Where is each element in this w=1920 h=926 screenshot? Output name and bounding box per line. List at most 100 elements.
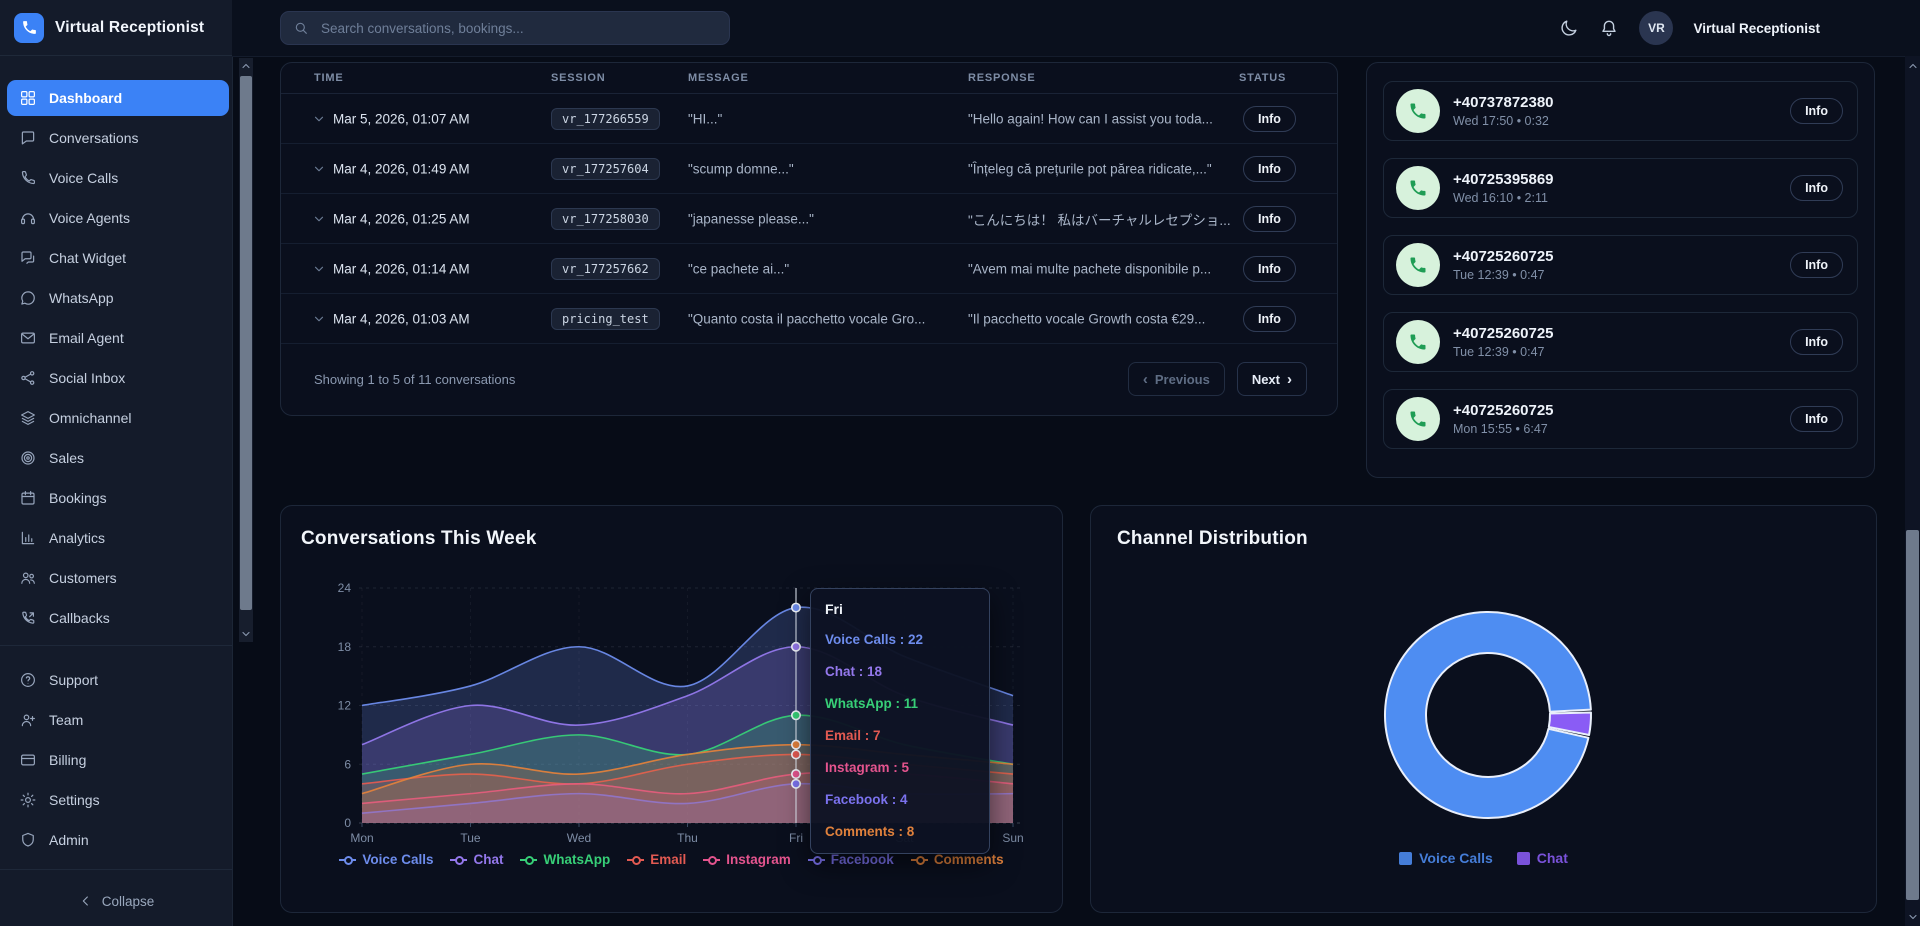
sidebar-item-chat-widget[interactable]: Chat Widget bbox=[7, 240, 229, 276]
legend-swatch bbox=[1399, 852, 1412, 865]
info-button[interactable]: Info bbox=[1243, 306, 1296, 332]
sidebar-item-analytics[interactable]: Analytics bbox=[7, 520, 229, 556]
legend-item-voice-calls[interactable]: Voice Calls bbox=[339, 852, 433, 867]
table-row[interactable]: Mar 5, 2026, 01:07 AMvr_177266559"HI..."… bbox=[281, 94, 1337, 144]
sidebar-item-omnichannel[interactable]: Omnichannel bbox=[7, 400, 229, 436]
chevron-up-icon[interactable] bbox=[1905, 60, 1920, 72]
chevron-up-icon[interactable] bbox=[239, 60, 253, 72]
column-header-time: TIME bbox=[314, 72, 343, 84]
row-expand-chevron-icon[interactable] bbox=[312, 212, 326, 226]
row-session-badge: vr_177257604 bbox=[551, 158, 660, 180]
search-input[interactable] bbox=[319, 20, 717, 37]
sidebar-item-voice-calls[interactable]: Voice Calls bbox=[7, 160, 229, 196]
sidebar-scrollbar-thumb[interactable] bbox=[240, 76, 252, 610]
info-button[interactable]: Info bbox=[1243, 206, 1296, 232]
sidebar-item-bookings[interactable]: Bookings bbox=[7, 480, 229, 516]
call-list-item[interactable]: +40737872380Wed 17:50 • 0:32Info bbox=[1383, 81, 1858, 141]
conversations-icon bbox=[19, 129, 37, 147]
legend-item-chat[interactable]: Chat bbox=[1517, 850, 1568, 866]
sidebar-item-whatsapp[interactable]: WhatsApp bbox=[7, 280, 229, 316]
sidebar-item-admin[interactable]: Admin bbox=[7, 822, 229, 858]
legend-item-facebook[interactable]: Facebook bbox=[808, 852, 894, 867]
team-icon bbox=[19, 711, 37, 729]
table-row[interactable]: Mar 4, 2026, 01:14 AMvr_177257662"ce pac… bbox=[281, 244, 1337, 294]
collapse-sidebar-button[interactable]: Collapse bbox=[0, 884, 232, 918]
sidebar-item-settings[interactable]: Settings bbox=[7, 782, 229, 818]
sidebar-item-support[interactable]: Support bbox=[7, 662, 229, 698]
sidebar-item-label: Callbacks bbox=[49, 610, 110, 626]
table-row[interactable]: Mar 4, 2026, 01:25 AMvr_177258030"japane… bbox=[281, 194, 1337, 244]
topbar-actions: VR Virtual Receptionist bbox=[1559, 0, 1820, 56]
analytics-icon bbox=[19, 529, 37, 547]
column-header-status: STATUS bbox=[1239, 72, 1286, 84]
dark-mode-toggle[interactable] bbox=[1559, 18, 1579, 38]
call-meta: Mon 15:55 • 6:47 bbox=[1453, 422, 1790, 436]
svg-text:Sun: Sun bbox=[1002, 831, 1023, 845]
sidebar-item-label: Email Agent bbox=[49, 330, 124, 346]
call-list-item[interactable]: +40725260725Tue 12:39 • 0:47Info bbox=[1383, 312, 1858, 372]
call-list-item[interactable]: +40725260725Tue 12:39 • 0:47Info bbox=[1383, 235, 1858, 295]
table-row[interactable]: Mar 4, 2026, 01:49 AMvr_177257604"scump … bbox=[281, 144, 1337, 194]
phone-call-icon bbox=[1396, 320, 1440, 364]
sidebar-item-voice-agents[interactable]: Voice Agents bbox=[7, 200, 229, 236]
previous-page-button[interactable]: ‹Previous bbox=[1128, 362, 1225, 396]
svg-text:6: 6 bbox=[344, 757, 351, 771]
legend-item-email[interactable]: Email bbox=[627, 852, 686, 867]
row-expand-chevron-icon[interactable] bbox=[312, 262, 326, 276]
next-page-button[interactable]: Next› bbox=[1237, 362, 1307, 396]
row-expand-chevron-icon[interactable] bbox=[312, 162, 326, 176]
row-expand-chevron-icon[interactable] bbox=[312, 312, 326, 326]
call-info-button[interactable]: Info bbox=[1790, 98, 1843, 124]
page-scrollbar[interactable] bbox=[1905, 56, 1920, 926]
chevron-down-icon[interactable] bbox=[1905, 911, 1920, 923]
search-box[interactable] bbox=[280, 11, 730, 45]
info-button[interactable]: Info bbox=[1243, 156, 1296, 182]
user-name: Virtual Receptionist bbox=[1693, 21, 1820, 36]
sidebar-scrollbar[interactable] bbox=[239, 58, 253, 642]
sidebar-item-team[interactable]: Team bbox=[7, 702, 229, 738]
sidebar-divider bbox=[0, 645, 232, 646]
tooltip-entry: Chat : 18 bbox=[825, 662, 975, 681]
call-info-button[interactable]: Info bbox=[1790, 252, 1843, 278]
sidebar-item-email-agent[interactable]: Email Agent bbox=[7, 320, 229, 356]
chevron-down-icon[interactable] bbox=[239, 628, 253, 640]
sidebar-item-customers[interactable]: Customers bbox=[7, 560, 229, 596]
call-list-item[interactable]: +40725260725 Mon 15:55 • 6:47Info bbox=[1383, 389, 1858, 449]
call-info-button[interactable]: Info bbox=[1790, 406, 1843, 432]
row-response: "Il pacchetto vocale Growth costa €29... bbox=[968, 311, 1205, 326]
tooltip-title: Fri bbox=[825, 601, 975, 617]
sidebar-item-dashboard[interactable]: Dashboard bbox=[7, 80, 229, 116]
dashboard-icon bbox=[19, 89, 37, 107]
legend-item-chat[interactable]: Chat bbox=[450, 852, 503, 867]
row-expand-chevron-icon[interactable] bbox=[312, 112, 326, 126]
column-header-message: MESSAGE bbox=[688, 72, 749, 84]
svg-text:Mon: Mon bbox=[350, 831, 373, 845]
sidebar-item-sales[interactable]: Sales bbox=[7, 440, 229, 476]
page-scrollbar-thumb[interactable] bbox=[1906, 530, 1919, 900]
info-button[interactable]: Info bbox=[1243, 256, 1296, 282]
legend-item-instagram[interactable]: Instagram bbox=[703, 852, 791, 867]
table-row[interactable]: Mar 4, 2026, 01:03 AMpricing_test"Quanto… bbox=[281, 294, 1337, 344]
call-info-button[interactable]: Info bbox=[1790, 329, 1843, 355]
legend-item-voice-calls[interactable]: Voice Calls bbox=[1399, 850, 1493, 866]
sidebar-item-label: Chat Widget bbox=[49, 250, 126, 266]
sidebar-item-callbacks[interactable]: Callbacks bbox=[7, 600, 229, 636]
svg-text:Fri: Fri bbox=[789, 831, 803, 845]
legend-item-comments[interactable]: Comments bbox=[911, 852, 1004, 867]
call-number: +40725260725 bbox=[1453, 402, 1790, 419]
legend-item-whatsapp[interactable]: WhatsApp bbox=[520, 852, 610, 867]
avatar[interactable]: VR bbox=[1639, 11, 1673, 45]
sidebar-item-label: Omnichannel bbox=[49, 410, 132, 426]
sidebar-item-social-inbox[interactable]: Social Inbox bbox=[7, 360, 229, 396]
sidebar-item-conversations[interactable]: Conversations bbox=[7, 120, 229, 156]
topbar: VR Virtual Receptionist bbox=[232, 0, 1920, 57]
call-list-item[interactable]: +40725395869Wed 16:10 • 2:11Info bbox=[1383, 158, 1858, 218]
info-button[interactable]: Info bbox=[1243, 106, 1296, 132]
notifications-button[interactable] bbox=[1599, 18, 1619, 38]
legend-marker-icon bbox=[339, 855, 356, 865]
customers-icon bbox=[19, 569, 37, 587]
sidebar-item-label: Bookings bbox=[49, 490, 107, 506]
phone-call-icon bbox=[1396, 243, 1440, 287]
call-info-button[interactable]: Info bbox=[1790, 175, 1843, 201]
sidebar-item-billing[interactable]: Billing bbox=[7, 742, 229, 778]
